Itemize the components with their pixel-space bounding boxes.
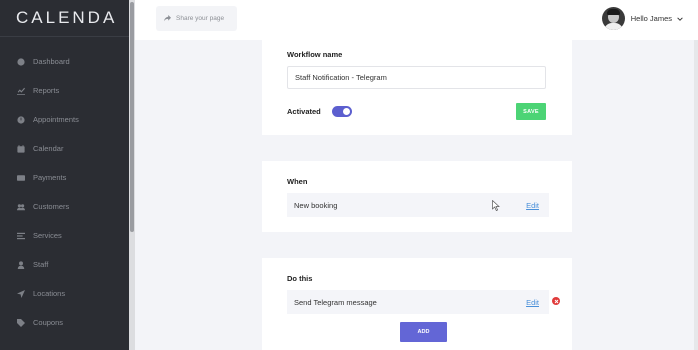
- sidebar-item-label: Coupons: [33, 318, 64, 327]
- sidebar-item-customers[interactable]: Customers: [0, 192, 130, 221]
- share-page-label: Share your page: [176, 15, 225, 22]
- sidebar-item-appointments[interactable]: Appointments: [0, 105, 130, 134]
- chevron-down-icon: [677, 16, 683, 21]
- customers-icon: [17, 203, 25, 210]
- sidebar: CALENDA Dashboard Reports Appointments C…: [0, 0, 130, 350]
- action-row: Send Telegram message Edit: [287, 290, 549, 314]
- share-page-button[interactable]: Share your page: [156, 6, 237, 31]
- top-bar: Share your page Hello James: [135, 0, 698, 40]
- user-greeting: Hello James: [630, 14, 672, 23]
- page-scrollbar[interactable]: [694, 40, 698, 350]
- services-icon: [17, 232, 25, 239]
- sidebar-scrollbar-thumb[interactable]: [130, 2, 134, 232]
- sidebar-item-label: Staff: [33, 260, 49, 269]
- sidebar-item-label: Services: [33, 231, 62, 240]
- avatar[interactable]: [601, 7, 625, 30]
- sidebar-item-locations[interactable]: Locations: [0, 279, 130, 308]
- sidebar-item-reports[interactable]: Reports: [0, 76, 130, 105]
- sidebar-item-payments[interactable]: Payments: [0, 163, 130, 192]
- share-icon: [164, 15, 171, 22]
- sidebar-item-staff[interactable]: Staff: [0, 250, 130, 279]
- mouse-cursor-icon: [492, 200, 500, 211]
- do-this-card: Do this Send Telegram message Edit ADD: [262, 258, 572, 350]
- save-button[interactable]: SAVE: [516, 103, 546, 120]
- payments-icon: [17, 174, 25, 181]
- sidebar-item-label: Dashboard: [33, 57, 70, 66]
- edit-trigger-link[interactable]: Edit: [526, 201, 539, 210]
- user-menu[interactable]: Hello James: [601, 7, 683, 30]
- activated-label: Activated: [287, 107, 321, 116]
- sidebar-item-label: Reports: [33, 86, 60, 95]
- add-action-button[interactable]: ADD: [400, 322, 447, 342]
- sidebar-nav: Dashboard Reports Appointments Calendar …: [0, 37, 130, 337]
- trigger-row: New booking Edit: [287, 193, 549, 217]
- appointments-icon: [17, 115, 25, 124]
- do-this-title: Do this: [287, 274, 313, 283]
- trigger-label: New booking: [294, 200, 338, 210]
- sidebar-item-label: Calendar: [33, 144, 64, 153]
- sidebar-item-dashboard[interactable]: Dashboard: [0, 47, 130, 76]
- sidebar-item-label: Payments: [33, 173, 67, 182]
- remove-action-button[interactable]: [552, 297, 560, 305]
- sidebar-item-label: Locations: [33, 289, 66, 298]
- action-label: Send Telegram message: [294, 297, 377, 307]
- edit-action-link[interactable]: Edit: [526, 298, 539, 307]
- dashboard-icon: [17, 57, 25, 66]
- workflow-name-input[interactable]: Staff Notification - Telegram: [287, 66, 546, 89]
- app-logo[interactable]: CALENDA: [0, 0, 130, 37]
- locations-icon: [17, 289, 25, 298]
- sidebar-item-label: Appointments: [33, 115, 79, 124]
- staff-icon: [17, 260, 25, 269]
- reports-icon: [17, 87, 25, 95]
- coupons-icon: [17, 318, 25, 327]
- sidebar-item-calendar[interactable]: Calendar: [0, 134, 130, 163]
- close-icon: [554, 299, 558, 303]
- sidebar-item-services[interactable]: Services: [0, 221, 130, 250]
- calendar-icon: [17, 144, 25, 153]
- activated-toggle[interactable]: [332, 106, 352, 117]
- sidebar-item-label: Customers: [33, 202, 70, 211]
- when-card: When New booking Edit: [262, 161, 572, 232]
- workflow-settings-card: Workflow name Staff Notification - Teleg…: [262, 40, 572, 135]
- workflow-name-label: Workflow name: [287, 50, 343, 59]
- sidebar-item-coupons[interactable]: Coupons: [0, 308, 130, 337]
- when-title: When: [287, 177, 308, 186]
